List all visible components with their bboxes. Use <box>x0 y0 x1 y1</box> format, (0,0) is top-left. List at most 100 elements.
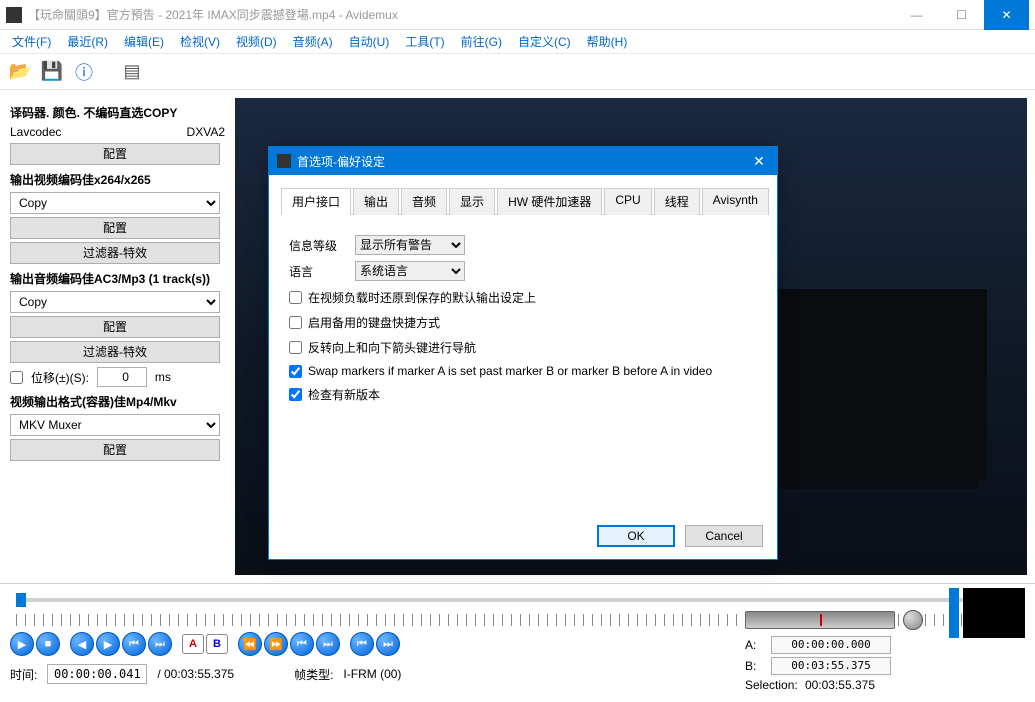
tab-output[interactable]: 输出 <box>353 188 399 215</box>
audio-codec-select[interactable]: Copy <box>10 291 220 313</box>
muxer-config-button[interactable]: 配置 <box>10 439 220 461</box>
lavcodec-label: Lavcodec <box>10 125 61 139</box>
prev-cut-button[interactable]: ⏪ <box>238 632 262 656</box>
goto-end-button[interactable]: ⏭ <box>376 632 400 656</box>
prev-keyframe-button[interactable]: ⏮ <box>122 632 146 656</box>
stop-button[interactable]: ■ <box>36 632 60 656</box>
restore-output-checkbox[interactable] <box>289 291 302 304</box>
video-out-title: 输出视频编码佳x264/x265 <box>10 171 225 188</box>
audio-config-button[interactable]: 配置 <box>10 316 220 338</box>
jog-slider[interactable] <box>745 611 895 629</box>
check-update-checkbox[interactable] <box>289 388 302 401</box>
restore-output-label: 在视频负载时还原到保存的默认输出设定上 <box>308 289 536 306</box>
maximize-button[interactable]: ☐ <box>939 0 984 30</box>
dialog-icon <box>277 154 291 168</box>
prev-frame-button[interactable]: ◀ <box>70 632 94 656</box>
language-select[interactable]: 系统语言 <box>355 261 465 281</box>
time-input[interactable] <box>47 664 147 684</box>
next-cut-button[interactable]: ⏩ <box>264 632 288 656</box>
play-button[interactable]: ▶ <box>10 632 34 656</box>
alt-keyboard-label: 启用备用的键盘快捷方式 <box>308 314 440 331</box>
dxva2-label: DXVA2 <box>187 125 225 139</box>
tab-hw-accel[interactable]: HW 硬件加速器 <box>497 188 602 215</box>
seek-thumb[interactable] <box>16 593 26 607</box>
menu-edit[interactable]: 编辑(E) <box>116 30 172 53</box>
menu-recent[interactable]: 最近(R) <box>59 30 116 53</box>
reverse-arrows-checkbox[interactable] <box>289 341 302 354</box>
language-label: 语言 <box>289 263 345 280</box>
calculator-icon[interactable]: ▤ <box>120 60 144 84</box>
menu-goto[interactable]: 前往(G) <box>453 30 510 53</box>
tab-audio[interactable]: 音频 <box>401 188 447 215</box>
open-icon[interactable]: 📂 <box>8 60 32 84</box>
ok-button[interactable]: OK <box>597 525 675 547</box>
video-filters-button[interactable]: 过滤器-特效 <box>10 242 220 264</box>
menu-auto[interactable]: 自动(U) <box>341 30 398 53</box>
jog-wheel[interactable] <box>903 610 923 630</box>
next-keyframe-button[interactable]: ⏭ <box>148 632 172 656</box>
swap-markers-label: Swap markers if marker A is set past mar… <box>308 364 712 378</box>
tab-display[interactable]: 显示 <box>449 188 495 215</box>
menu-tools[interactable]: 工具(T) <box>397 30 452 53</box>
marker-a-value[interactable]: 00:00:00.000 <box>771 636 891 654</box>
prev-black-button[interactable]: ⏮ <box>290 632 314 656</box>
menu-file[interactable]: 文件(F) <box>4 30 59 53</box>
reverse-arrows-label: 反转向上和向下箭头键进行导航 <box>308 339 476 356</box>
goto-start-button[interactable]: ⏮ <box>350 632 374 656</box>
decoder-config-button[interactable]: 配置 <box>10 143 220 165</box>
tab-threading[interactable]: 线程 <box>654 188 700 215</box>
minimize-button[interactable]: — <box>894 0 939 30</box>
menu-audio[interactable]: 音频(A) <box>285 30 341 53</box>
playback-controls: ▶ ■ ◀ ▶ ⏮ ⏭ A B ⏪ ⏩ ⏮ ⏭ ⏮ ⏭ <box>10 632 400 656</box>
duration-label: / 00:03:55.375 <box>157 667 234 681</box>
save-icon[interactable]: 💾 <box>40 60 64 84</box>
marker-b-value[interactable]: 00:03:55.375 <box>771 657 891 675</box>
cancel-button[interactable]: Cancel <box>685 525 763 547</box>
dialog-titlebar[interactable]: 首选项-偏好设定 ✕ <box>269 147 777 175</box>
video-codec-select[interactable]: Copy <box>10 192 220 214</box>
marker-b-label: B: <box>745 659 765 673</box>
preferences-dialog: 首选项-偏好设定 ✕ 用户接口 输出 音频 显示 HW 硬件加速器 CPU 线程… <box>268 146 778 560</box>
frametype-label: 帧类型: <box>294 666 333 683</box>
dialog-close-button[interactable]: ✕ <box>749 153 769 170</box>
video-config-button[interactable]: 配置 <box>10 217 220 239</box>
menubar: 文件(F) 最近(R) 编辑(E) 检视(V) 视频(D) 音频(A) 自动(U… <box>0 30 1035 54</box>
dialog-tabs: 用户接口 输出 音频 显示 HW 硬件加速器 CPU 线程 Avisynth <box>281 187 765 215</box>
dialog-title: 首选项-偏好设定 <box>297 153 749 170</box>
tab-avisynth[interactable]: Avisynth <box>702 188 769 215</box>
menu-video[interactable]: 视频(D) <box>228 30 285 53</box>
shift-value-input[interactable] <box>97 367 147 387</box>
seek-slider[interactable] <box>16 598 1019 602</box>
alt-keyboard-checkbox[interactable] <box>289 316 302 329</box>
next-black-button[interactable]: ⏭ <box>316 632 340 656</box>
selection-value: 00:03:55.375 <box>805 678 875 692</box>
volume-slider[interactable] <box>949 588 959 638</box>
next-frame-button[interactable]: ▶ <box>96 632 120 656</box>
tab-cpu[interactable]: CPU <box>604 188 651 215</box>
check-update-label: 检查有新版本 <box>308 386 380 403</box>
swap-markers-checkbox[interactable] <box>289 365 302 378</box>
message-level-select[interactable]: 显示所有警告 <box>355 235 465 255</box>
tab-user-interface[interactable]: 用户接口 <box>281 188 351 215</box>
window-title: 【玩命關頭9】官方預告 - 2021年 IMAX同步震撼登場.mp4 - Avi… <box>28 6 894 23</box>
toolbar: 📂 💾 ⓘ ▤ <box>0 54 1035 90</box>
audio-out-title: 输出音频编码佳AC3/Mp3 (1 track(s)) <box>10 270 225 287</box>
shift-label: 位移(±)(S): <box>31 369 89 386</box>
menu-help[interactable]: 帮助(H) <box>579 30 636 53</box>
menu-custom[interactable]: 自定义(C) <box>510 30 579 53</box>
window-titlebar: 【玩命關頭9】官方預告 - 2021年 IMAX同步震撼登場.mp4 - Avi… <box>0 0 1035 30</box>
shift-unit: ms <box>155 370 171 384</box>
menu-view[interactable]: 检视(V) <box>172 30 228 53</box>
frametype-value: I-FRM (00) <box>343 667 401 681</box>
set-marker-b-button[interactable]: B <box>206 634 228 654</box>
decoder-title: 译码器. 颜色. 不编码直选COPY <box>10 104 225 121</box>
muxer-select[interactable]: MKV Muxer <box>10 414 220 436</box>
set-marker-a-button[interactable]: A <box>182 634 204 654</box>
info-icon[interactable]: ⓘ <box>72 60 96 84</box>
shift-checkbox[interactable] <box>10 371 23 384</box>
app-icon <box>6 7 22 23</box>
audio-filters-button[interactable]: 过滤器-特效 <box>10 341 220 363</box>
close-button[interactable]: ✕ <box>984 0 1029 30</box>
selection-label: Selection: <box>745 678 798 692</box>
marker-a-label: A: <box>745 638 765 652</box>
